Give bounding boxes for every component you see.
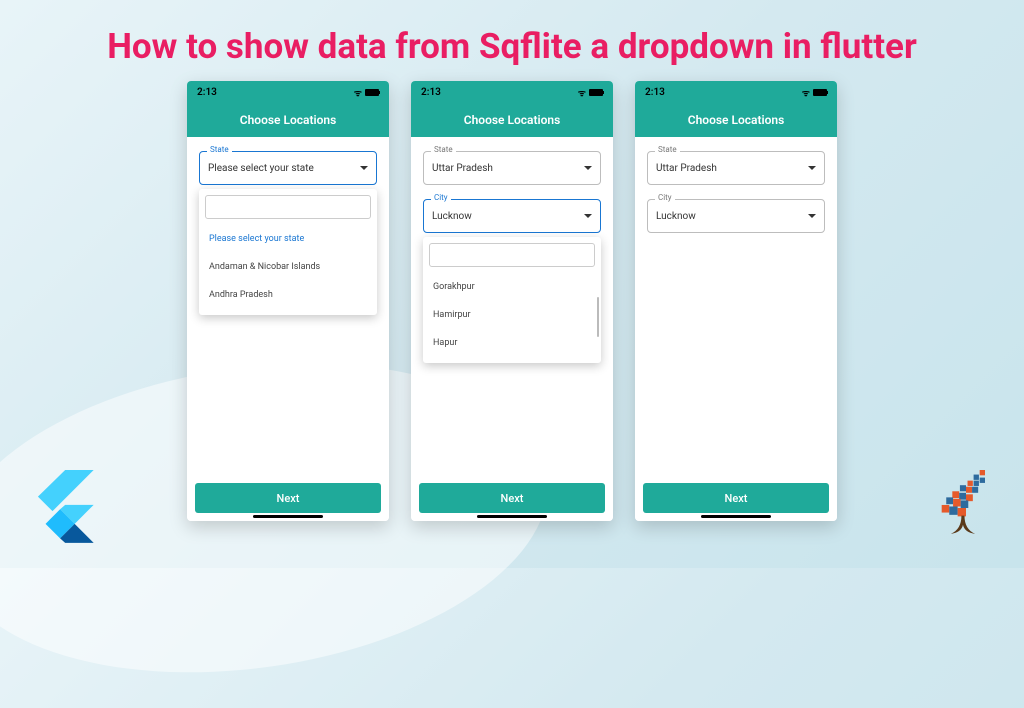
battery-icon: [813, 89, 827, 96]
state-dropdown-panel: Please select your state Andaman & Nicob…: [199, 189, 377, 315]
next-button[interactable]: Next: [419, 483, 605, 513]
chevron-down-icon: [360, 166, 368, 170]
dropdown-search-input[interactable]: [429, 243, 595, 267]
chevron-down-icon: [808, 214, 816, 218]
city-dropdown[interactable]: Lucknow: [647, 199, 825, 233]
home-indicator: [253, 515, 323, 518]
city-field-label: City: [431, 193, 451, 202]
flutter-logo-icon: [30, 470, 94, 546]
dropdown-item[interactable]: Andhra Pradesh: [205, 281, 371, 309]
dropdown-item[interactable]: Andaman & Nicobar Islands: [205, 253, 371, 281]
status-bar: 2:13 ᯤ: [411, 81, 613, 103]
phones-row: 2:13 ᯤ Choose Locations State Please sel…: [0, 81, 1024, 521]
state-dropdown[interactable]: Please select your state: [199, 151, 377, 185]
chevron-down-icon: [808, 166, 816, 170]
phone-mockup-3: 2:13 ᯤ Choose Locations State Uttar Prad…: [635, 81, 837, 521]
status-time: 2:13: [645, 87, 665, 98]
dropdown-search-input[interactable]: [205, 195, 371, 219]
battery-icon: [365, 89, 379, 96]
chevron-down-icon: [584, 166, 592, 170]
city-dropdown-value: Lucknow: [656, 211, 696, 222]
status-bar: 2:13 ᯤ: [187, 81, 389, 103]
wifi-icon: ᯤ: [354, 86, 362, 99]
state-dropdown-value: Uttar Pradesh: [432, 163, 493, 174]
city-dropdown-value: Lucknow: [432, 211, 472, 222]
state-field-label: State: [431, 145, 456, 154]
state-dropdown-value: Please select your state: [208, 163, 314, 174]
wifi-icon: ᯤ: [578, 86, 586, 99]
phone-mockup-2: 2:13 ᯤ Choose Locations State Uttar Prad…: [411, 81, 613, 521]
status-bar: 2:13 ᯤ: [635, 81, 837, 103]
next-button[interactable]: Next: [643, 483, 829, 513]
app-bar-title: Choose Locations: [411, 103, 613, 137]
state-field-label: State: [207, 145, 232, 154]
app-bar-title: Choose Locations: [187, 103, 389, 137]
wifi-icon: ᯤ: [802, 86, 810, 99]
next-button[interactable]: Next: [195, 483, 381, 513]
status-time: 2:13: [421, 87, 441, 98]
battery-icon: [589, 89, 603, 96]
dropdown-item[interactable]: Hapur: [429, 329, 595, 357]
state-field-label: State: [655, 145, 680, 154]
home-indicator: [701, 515, 771, 518]
brand-logo-icon: [934, 470, 998, 546]
state-dropdown[interactable]: Uttar Pradesh: [423, 151, 601, 185]
status-time: 2:13: [197, 87, 217, 98]
dropdown-item[interactable]: Please select your state: [205, 225, 371, 253]
city-field-label: City: [655, 193, 675, 202]
state-dropdown-value: Uttar Pradesh: [656, 163, 717, 174]
chevron-down-icon: [584, 214, 592, 218]
dropdown-item[interactable]: Gorakhpur: [429, 273, 595, 301]
app-bar-title: Choose Locations: [635, 103, 837, 137]
page-title: How to show data from Sqflite a dropdown…: [0, 0, 1024, 81]
phone-mockup-1: 2:13 ᯤ Choose Locations State Please sel…: [187, 81, 389, 521]
city-dropdown-panel: Gorakhpur Hamirpur Hapur: [423, 237, 601, 363]
dropdown-item[interactable]: Hamirpur: [429, 301, 595, 329]
home-indicator: [477, 515, 547, 518]
state-dropdown[interactable]: Uttar Pradesh: [647, 151, 825, 185]
city-dropdown[interactable]: Lucknow: [423, 199, 601, 233]
